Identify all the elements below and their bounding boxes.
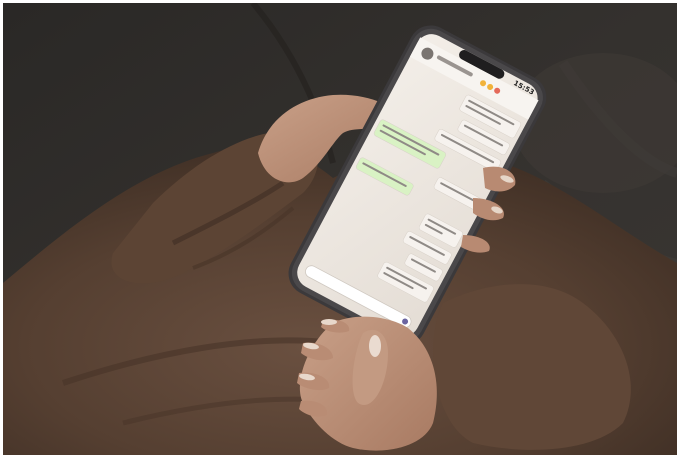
photo-illustration: 15:53 bbox=[3, 3, 677, 455]
thumb-nail bbox=[369, 335, 381, 357]
lower-nail-4 bbox=[321, 319, 337, 325]
image-frame: 15:53 bbox=[0, 0, 683, 461]
photo-woman-holding-phone: 15:53 bbox=[3, 3, 677, 455]
